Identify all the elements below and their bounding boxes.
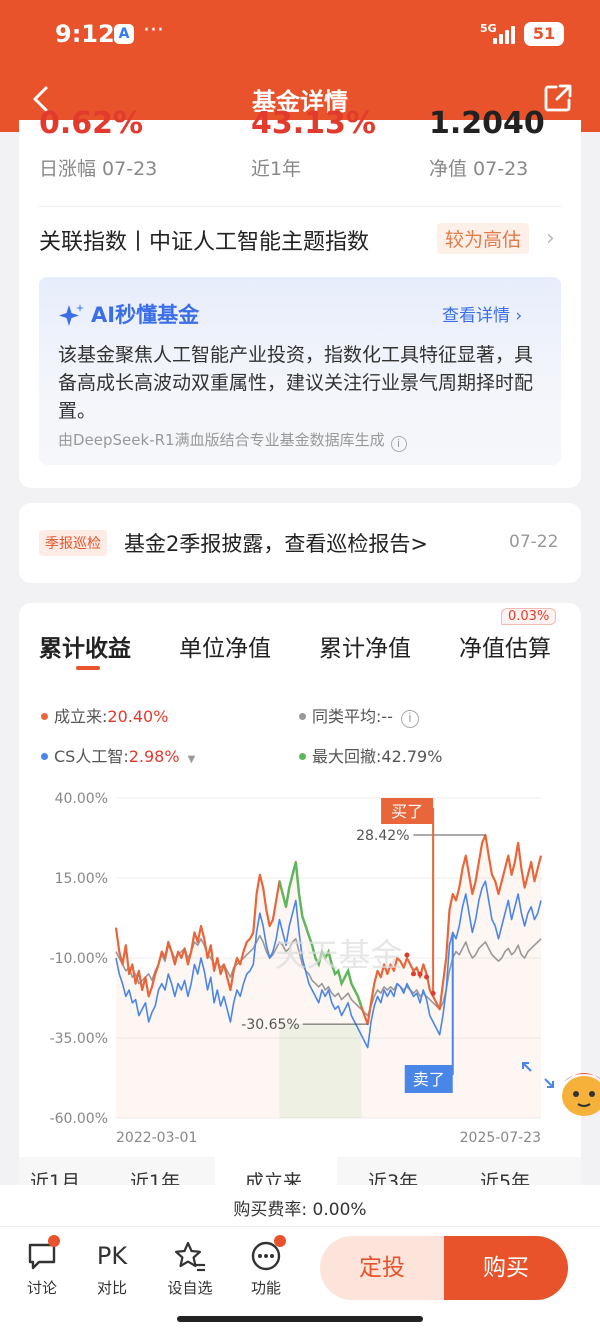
return-chart[interactable]: 40.00% 15.00% -10.00% -35.00% -60.00% 天天基金 28.… <box>19 783 581 1143</box>
trade-dot <box>424 974 430 980</box>
signal-icon <box>493 26 517 44</box>
trade-dot <box>430 990 436 996</box>
legend-drawdown: 最大回撤:42.79% <box>299 743 442 767</box>
status-time: 9:12 <box>55 20 115 48</box>
compare-button[interactable]: PK 对比 <box>82 1239 142 1298</box>
legend-fund: 成立来:20.40% <box>41 703 168 727</box>
legend-peer: 同类平均:-- i <box>299 703 419 728</box>
valuation-badge: 较为高估 <box>437 223 530 254</box>
period-selector: 近1月 近1年 成立来 近3年 近5年 <box>0 1157 600 1187</box>
legend-label: 成立来: <box>54 707 108 726</box>
notification-dot <box>48 1235 60 1247</box>
add-watchlist-button[interactable]: 设自选 <box>160 1239 220 1298</box>
related-index[interactable]: 关联指数丨中证人工智能主题指数 <box>39 224 369 256</box>
trade-dot <box>411 971 416 977</box>
legend-index[interactable]: CS人工智:2.98% ▼ <box>41 743 195 767</box>
performance-chart-card: 累计收益 单位净值 累计净值 净值估算 0.03% 成立来:20.40% 同类平… <box>19 603 581 1203</box>
ai-footnote: 由DeepSeek-R1满血版结合专业基金数据库生成 i <box>58 429 407 452</box>
quarterly-date: 07-22 <box>509 532 559 552</box>
info-icon[interactable]: i <box>390 436 407 452</box>
ai-title: AI秒懂基金 <box>91 303 200 327</box>
star-add-icon <box>174 1241 205 1272</box>
tab-underline <box>76 666 100 670</box>
sparkle-icon <box>59 304 84 326</box>
more-dots-icon: ··· <box>143 18 164 43</box>
battery-icon: 51 <box>524 22 564 46</box>
tab-unit-nav[interactable]: 单位净值 <box>179 629 271 663</box>
period-5y[interactable]: 近5年 <box>480 1167 530 1187</box>
metric-value: 0.62% <box>39 106 144 141</box>
info-icon[interactable]: i <box>400 710 419 728</box>
divider <box>39 206 561 207</box>
quarterly-text[interactable]: 基金2季报披露，查看巡检报告> <box>124 528 428 558</box>
y-tick-label: -10.00% <box>50 951 108 967</box>
legend-value: 42.79% <box>381 747 443 766</box>
trade-dot <box>417 971 423 977</box>
ai-detail-link[interactable]: 查看详情 › <box>442 301 522 326</box>
mascot-icon[interactable] <box>558 1060 600 1120</box>
ai-summary-box: AI秒懂基金 查看详情 › 该基金聚焦人工智能产业投资，指数化工具特征显著，具备… <box>39 277 561 465</box>
buy-tag-label: 买了 <box>391 802 423 821</box>
legend-dot <box>41 753 48 760</box>
ai-footnote-text: 由DeepSeek-R1满血版结合专业基金数据库生成 <box>58 431 385 449</box>
trade-dot <box>404 952 410 958</box>
legend-value: -- <box>381 707 393 726</box>
y-tick-label: -60.00% <box>50 1111 108 1127</box>
legend-label: 同类平均: <box>312 707 382 726</box>
drawdown-band <box>279 1024 362 1118</box>
period-3y[interactable]: 近3年 <box>368 1167 418 1187</box>
share-icon[interactable] <box>542 82 574 114</box>
purchase-fee: 购买费率: 0.00% <box>0 1185 600 1227</box>
chevron-right-icon[interactable]: › <box>546 226 555 251</box>
ai-body: 该基金聚焦人工智能产业投资，指数化工具特征显著，具备高成长高波动双重属性，建议关… <box>58 344 534 422</box>
tab-nav-estimate[interactable]: 净值估算 <box>459 629 551 663</box>
legend-label: 最大回撤: <box>312 747 382 766</box>
add-watchlist-label: 设自选 <box>167 1279 213 1297</box>
chart-tabs: 累计收益 单位净值 累计净值 净值估算 <box>19 623 581 673</box>
tab-cumulative-return[interactable]: 累计收益 <box>39 629 131 663</box>
fund-summary-card: 0.62% 日涨幅 07-23 43.13% 近1年 1.2040 净值 07-… <box>19 106 581 488</box>
x-tick-end: 2025-07-23 <box>460 1130 541 1143</box>
legend-value: 2.98% <box>128 747 180 766</box>
estimate-badge: 0.03% <box>501 608 557 625</box>
discuss-button[interactable]: 讨论 <box>12 1235 72 1298</box>
y-tick-label: -35.00% <box>50 1031 108 1047</box>
quarterly-report-card[interactable]: 季报巡检 基金2季报披露，查看巡检报告> 07-22 <box>19 503 581 583</box>
x-tick-start: 2022-03-01 <box>116 1130 197 1143</box>
legend-dot <box>299 753 306 760</box>
discuss-label: 讨论 <box>26 1279 57 1297</box>
notification-dot <box>274 1235 286 1247</box>
legend-dot <box>299 713 306 720</box>
dropdown-caret-icon[interactable]: ▼ <box>188 754 196 765</box>
watermark: 天天基金 <box>274 936 402 974</box>
legend-value: 20.40% <box>107 707 169 726</box>
auto-invest-button[interactable]: 定投 <box>320 1236 444 1300</box>
functions-label: 功能 <box>250 1279 281 1297</box>
legend-label: CS人工智: <box>54 747 129 766</box>
metric-label: 日涨幅 07-23 <box>39 158 158 180</box>
y-tick-label: 15.00% <box>55 871 108 887</box>
metric-label: 净值 07-23 <box>429 158 529 180</box>
app-store-icon: A <box>114 24 134 44</box>
period-1m[interactable]: 近1月 <box>30 1167 80 1187</box>
metric-value: 1.2040 <box>429 106 545 141</box>
status-bar: 9:12 A ··· 5G 51 <box>0 0 600 70</box>
period-1y[interactable]: 近1年 <box>130 1167 180 1187</box>
metric-value: 43.13% <box>251 106 376 141</box>
peak-label: 28.42% <box>356 828 409 844</box>
tab-acc-nav[interactable]: 累计净值 <box>319 629 411 663</box>
period-since-inception[interactable]: 成立来 <box>245 1167 302 1187</box>
functions-button[interactable]: 功能 <box>236 1235 296 1298</box>
compare-label: 对比 <box>96 1279 127 1297</box>
quarterly-badge: 季报巡检 <box>39 530 107 556</box>
sell-tag-label: 卖了 <box>413 1070 445 1089</box>
metric-label: 近1年 <box>251 158 302 180</box>
y-tick-label: 40.00% <box>55 791 108 807</box>
pk-icon: PK <box>96 1242 128 1270</box>
buy-button[interactable]: 购买 <box>444 1236 568 1300</box>
trough-label: -30.65% <box>241 1017 299 1033</box>
home-indicator <box>177 1316 423 1322</box>
legend-dot <box>41 713 48 720</box>
